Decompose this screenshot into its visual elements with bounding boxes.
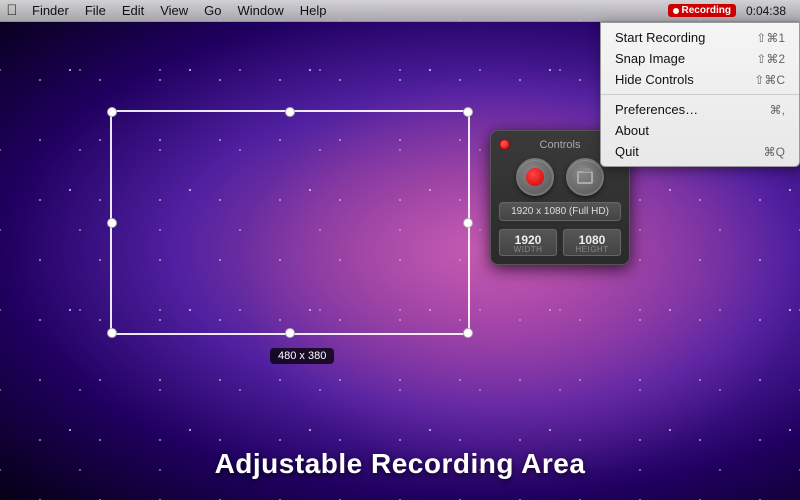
menu-start-recording[interactable]: Start Recording ⇧⌘1 [601,27,799,48]
controls-title: Controls [540,139,581,151]
recording-dot-icon [673,8,679,14]
start-recording-label: Start Recording [615,30,705,45]
size-label: 480 x 380 [270,348,334,364]
apple-menu-icon[interactable]:  [0,0,24,22]
desktop:  Finder File Edit View Go Window Help R… [0,0,800,500]
handle-bottom-left[interactable] [107,328,117,338]
handle-bottom-center[interactable] [285,328,295,338]
resolution-select[interactable]: 1920 x 1080 (Full HD) [499,202,621,221]
menu-edit[interactable]: Edit [114,0,152,22]
record-button-icon [526,168,544,186]
handle-top-left[interactable] [107,107,117,117]
recording-badge[interactable]: Recording [668,4,736,17]
start-recording-shortcut: ⇧⌘1 [756,31,785,45]
handle-bottom-right[interactable] [463,328,473,338]
preferences-shortcut: ⌘, [770,103,785,117]
handle-middle-right[interactable] [463,218,473,228]
width-label: WIDTH [500,245,556,254]
height-label: HEIGHT [564,245,620,254]
menu-hide-controls[interactable]: Hide Controls ⇧⌘C [601,69,799,90]
menu-quit[interactable]: Quit ⌘Q [601,141,799,162]
handle-top-center[interactable] [285,107,295,117]
width-box: 1920 WIDTH [499,229,557,256]
quit-label: Quit [615,144,639,159]
snap-button[interactable] [566,158,604,196]
menu-snap-image[interactable]: Snap Image ⇧⌘2 [601,48,799,69]
menu-finder[interactable]: Finder [24,0,77,22]
menu-file[interactable]: File [77,0,114,22]
quit-shortcut: ⌘Q [764,145,785,159]
controls-close-button[interactable] [499,139,510,150]
menubar-right: Recording 0:04:38 [668,4,800,18]
dropdown-separator-1 [601,94,799,95]
handle-middle-left[interactable] [107,218,117,228]
recording-label: Recording [682,5,731,16]
snap-image-shortcut: ⇧⌘2 [756,52,785,66]
preferences-label: Preferences… [615,102,698,117]
record-button[interactable] [516,158,554,196]
menu-help[interactable]: Help [292,0,335,22]
snap-image-label: Snap Image [615,51,685,66]
snap-button-icon [577,171,593,184]
recording-area[interactable] [110,110,470,335]
menu-preferences[interactable]: Preferences… ⌘, [601,99,799,120]
handle-top-right[interactable] [463,107,473,117]
hide-controls-shortcut: ⇧⌘C [754,73,785,87]
bottom-title: Adjustable Recording Area [0,448,800,480]
dimensions-row: 1920 WIDTH 1080 HEIGHT [499,229,621,256]
about-label: About [615,123,649,138]
menu-about[interactable]: About [601,120,799,141]
height-box: 1080 HEIGHT [563,229,621,256]
dropdown-menu: Start Recording ⇧⌘1 Snap Image ⇧⌘2 Hide … [600,22,800,167]
menubar-clock: 0:04:38 [740,4,792,18]
hide-controls-label: Hide Controls [615,72,694,87]
menu-view[interactable]: View [152,0,196,22]
menu-window[interactable]: Window [230,0,292,22]
menu-go[interactable]: Go [196,0,229,22]
menubar:  Finder File Edit View Go Window Help R… [0,0,800,22]
